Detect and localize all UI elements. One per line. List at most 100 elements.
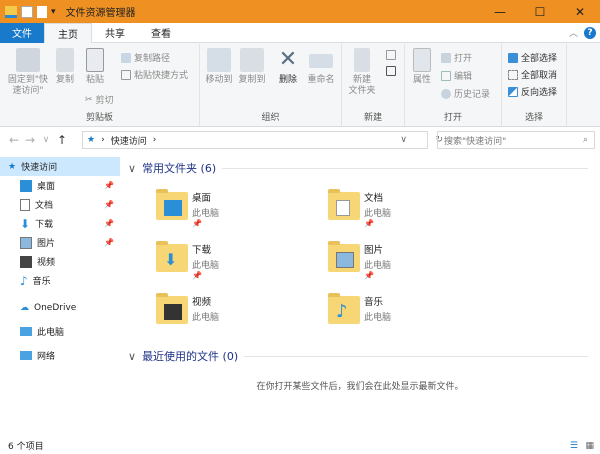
breadcrumb-chevron-icon[interactable]: › bbox=[101, 135, 105, 145]
pin-quick-access-button[interactable]: 固定到"快速访问" bbox=[4, 48, 52, 97]
easy-access-icon bbox=[386, 66, 396, 76]
navigation-pane: ★ 快速访问 桌面 📌 文档 📌 ⬇ 下载 📌 图片 📌 视频 ♪ 音乐 ☁ OneDrive … bbox=[0, 157, 120, 437]
collapse-ribbon-icon[interactable]: ︿ bbox=[569, 26, 578, 39]
organize-group: 移动到 复制到 ✕ 删除 重命名 组织 bbox=[200, 44, 342, 126]
breadcrumb-chevron-icon[interactable]: › bbox=[153, 135, 157, 145]
folder-item-desktop[interactable]: 桌面 此电脑 📌 bbox=[156, 186, 326, 234]
status-bar: 6 个项目 ☰ ▦ bbox=[0, 437, 600, 454]
sidebar-item-quick-access[interactable]: ★ 快速访问 bbox=[0, 157, 120, 176]
back-button[interactable]: ← bbox=[6, 133, 22, 147]
sidebar-item-network[interactable]: 网络 bbox=[0, 346, 120, 365]
paste-shortcut-button[interactable]: 粘贴快捷方式 bbox=[121, 68, 188, 81]
folder-item-videos[interactable]: 视频 此电脑 bbox=[156, 290, 326, 338]
easy-access-button[interactable] bbox=[386, 66, 396, 76]
desktop-folder-icon bbox=[156, 189, 188, 220]
select-group: 全部选择 全部取消 反向选择 选择 bbox=[502, 44, 567, 126]
select-none-button[interactable]: 全部取消 bbox=[508, 68, 557, 81]
desktop-icon bbox=[20, 179, 32, 192]
chevron-down-icon: ∨ bbox=[128, 161, 137, 175]
open-button[interactable]: 打开 bbox=[441, 51, 472, 64]
folder-item-pictures[interactable]: 图片 此电脑 📌 bbox=[328, 238, 498, 286]
breadcrumb-quick-access[interactable]: 快速访问 bbox=[111, 134, 147, 147]
music-folder-icon: ♪ bbox=[328, 293, 360, 324]
paste-shortcut-icon bbox=[121, 69, 131, 80]
minimize-button[interactable]: — bbox=[480, 0, 520, 23]
pin-icon[interactable]: 📌 bbox=[104, 181, 114, 190]
properties-button[interactable]: 属性 bbox=[409, 48, 435, 86]
folder-item-documents[interactable]: 文档 此电脑 📌 bbox=[328, 186, 498, 234]
sidebar-item-onedrive[interactable]: ☁ OneDrive bbox=[0, 298, 120, 317]
frequent-folders-header[interactable]: ∨ 常用文件夹 (6) bbox=[128, 160, 588, 176]
copy-to-icon bbox=[240, 48, 264, 72]
cloud-icon: ☁ bbox=[20, 302, 29, 313]
search-input[interactable]: 搜索"快速访问" ⌕ bbox=[437, 131, 595, 149]
title-bar: ▾ 文件资源管理器 — ☐ ✕ bbox=[0, 0, 600, 23]
star-icon: ★ bbox=[87, 135, 96, 145]
new-group: 新建 文件夹 新建 bbox=[342, 44, 405, 126]
copy-path-button[interactable]: 复制路径 bbox=[121, 51, 170, 64]
history-button[interactable]: 历史记录 bbox=[441, 87, 490, 100]
clipboard-icon bbox=[86, 48, 104, 72]
folder-item-downloads[interactable]: ⬇ 下载 此电脑 📌 bbox=[156, 238, 326, 286]
new-folder-quick-icon[interactable] bbox=[37, 5, 47, 18]
paste-button[interactable]: 粘贴 bbox=[82, 48, 108, 86]
select-none-icon bbox=[508, 69, 518, 80]
open-group-label: 打开 bbox=[443, 113, 462, 123]
large-icons-view-icon[interactable]: ▦ bbox=[585, 441, 594, 451]
pin-icon bbox=[16, 48, 40, 72]
pin-icon: 📌 bbox=[192, 219, 202, 228]
downloads-folder-icon: ⬇ bbox=[156, 241, 188, 272]
ribbon: 固定到"快速访问" 复制 粘贴 复制路径 粘贴快捷方式 ✂ 剪切 剪贴板 移动到 … bbox=[0, 43, 600, 127]
folder-item-music[interactable]: ♪ 音乐 此电脑 bbox=[328, 290, 498, 338]
tab-home[interactable]: 主页 bbox=[44, 22, 92, 44]
invert-selection-button[interactable]: 反向选择 bbox=[508, 85, 557, 98]
tab-share[interactable]: 共享 bbox=[92, 23, 138, 43]
new-folder-button[interactable]: 新建 文件夹 bbox=[346, 48, 378, 97]
pin-icon[interactable]: 📌 bbox=[104, 238, 114, 247]
sidebar-item-this-pc[interactable]: 此电脑 bbox=[0, 322, 120, 341]
organize-group-label: 组织 bbox=[261, 113, 280, 123]
properties-quick-icon[interactable] bbox=[21, 5, 33, 18]
address-input[interactable]: ★ › 快速访问 › ∨ ↻ bbox=[82, 131, 443, 149]
edit-button[interactable]: 编辑 bbox=[441, 69, 472, 82]
tab-file[interactable]: 文件 bbox=[0, 22, 44, 43]
help-icon[interactable]: ? bbox=[584, 27, 596, 39]
pin-icon[interactable]: 📌 bbox=[104, 219, 114, 228]
customize-quick-access-icon[interactable]: ▾ bbox=[51, 7, 56, 17]
sidebar-item-music[interactable]: ♪ 音乐 bbox=[0, 271, 120, 290]
new-item-icon bbox=[386, 50, 396, 60]
tab-view[interactable]: 查看 bbox=[138, 23, 184, 43]
address-dropdown-icon[interactable]: ∨ bbox=[400, 135, 407, 145]
sidebar-item-downloads[interactable]: ⬇ 下载 📌 bbox=[0, 214, 120, 233]
network-icon bbox=[20, 351, 32, 360]
item-count: 6 个项目 bbox=[8, 442, 44, 452]
details-view-icon[interactable]: ☰ bbox=[570, 441, 578, 451]
recent-locations-button[interactable]: ∨ bbox=[38, 135, 54, 145]
cut-button[interactable]: ✂ 剪切 bbox=[85, 93, 114, 107]
select-all-icon bbox=[508, 52, 518, 63]
pin-icon[interactable]: 📌 bbox=[104, 200, 114, 209]
rename-button[interactable]: 重命名 bbox=[304, 48, 338, 86]
sidebar-item-pictures[interactable]: 图片 📌 bbox=[0, 233, 120, 252]
delete-button[interactable]: ✕ 删除 bbox=[274, 48, 302, 86]
new-group-label: 新建 bbox=[363, 113, 382, 123]
sidebar-item-documents[interactable]: 文档 📌 bbox=[0, 195, 120, 214]
copy-button[interactable]: 复制 bbox=[52, 48, 78, 86]
window-title: 文件资源管理器 bbox=[65, 8, 136, 19]
chevron-down-icon: ∨ bbox=[128, 349, 137, 363]
sidebar-item-videos[interactable]: 视频 bbox=[0, 252, 120, 271]
forward-button[interactable]: → bbox=[22, 133, 38, 147]
videos-icon bbox=[20, 255, 32, 268]
select-all-button[interactable]: 全部选择 bbox=[508, 51, 557, 64]
maximize-button[interactable]: ☐ bbox=[520, 0, 560, 23]
new-folder-icon bbox=[354, 48, 370, 72]
ribbon-tabs: 文件 主页 共享 查看 ︿ ? bbox=[0, 22, 600, 44]
search-placeholder: 搜索"快速访问" bbox=[444, 136, 507, 147]
move-to-button[interactable]: 移动到 bbox=[203, 48, 235, 86]
recent-files-header[interactable]: ∨ 最近使用的文件 (0) bbox=[128, 348, 588, 364]
close-button[interactable]: ✕ bbox=[560, 0, 600, 23]
sidebar-item-desktop[interactable]: 桌面 📌 bbox=[0, 176, 120, 195]
copy-to-button[interactable]: 复制到 bbox=[236, 48, 268, 86]
new-item-button[interactable] bbox=[386, 50, 396, 60]
up-button[interactable]: ↑ bbox=[54, 133, 70, 147]
